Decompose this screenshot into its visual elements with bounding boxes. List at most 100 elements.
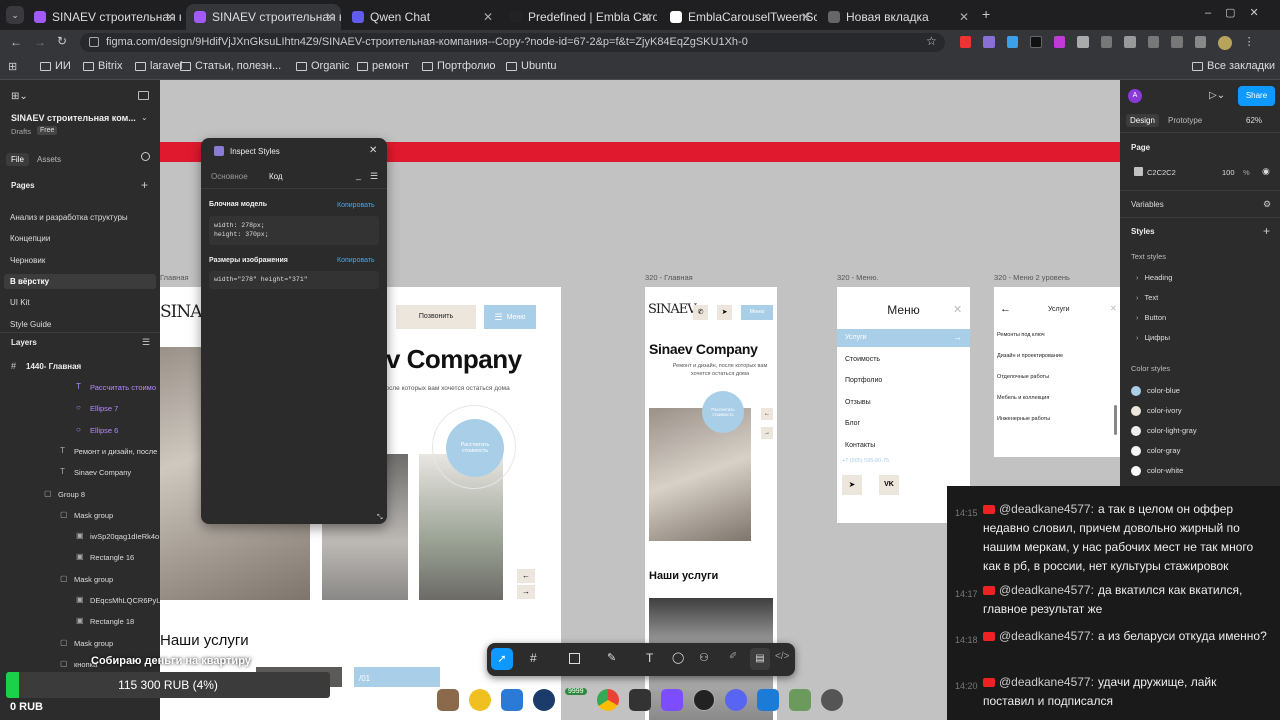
bookmark-folder[interactable]: Bitrix bbox=[83, 60, 122, 72]
chat-user[interactable]: @deadkane4577: bbox=[999, 502, 1094, 516]
tab-4[interactable]: Predefined | Embla Caro ✕ bbox=[502, 4, 657, 30]
tab-1[interactable]: SINAEV строительная к ✕ bbox=[26, 4, 181, 30]
color-style-item[interactable]: color-ivory bbox=[1131, 405, 1182, 416]
text-tool-icon[interactable]: T bbox=[646, 651, 653, 665]
present-icon[interactable]: ▷⌄ bbox=[1209, 90, 1225, 101]
inspect-close-icon[interactable]: ✕ bbox=[369, 145, 377, 156]
back-icon[interactable]: ← bbox=[10, 35, 22, 49]
bookmark-folder[interactable]: laravel bbox=[135, 60, 182, 72]
all-bookmarks[interactable]: Все закладки bbox=[1192, 60, 1275, 72]
menu-item[interactable]: Стоимость bbox=[845, 356, 880, 363]
layer-row[interactable]: ▣ Rectangle 16 bbox=[0, 552, 160, 566]
submenu-item[interactable]: Дизайн и проектирование bbox=[997, 353, 1063, 359]
mobile-menu-button[interactable]: Меню bbox=[741, 305, 773, 320]
layer-row[interactable]: ○ Ellipse 6 bbox=[0, 425, 160, 439]
tab-file[interactable]: File bbox=[6, 153, 29, 166]
vscode-icon[interactable] bbox=[757, 689, 779, 711]
mobile-arrow-right[interactable]: → bbox=[761, 427, 773, 439]
layer-row[interactable]: ▣ DEqcsMhLQCR6PyL bbox=[0, 595, 160, 609]
close-icon[interactable]: ✕ bbox=[953, 303, 962, 316]
resize-handle-icon[interactable]: ⤡ bbox=[377, 514, 383, 522]
layer-row[interactable]: ▣ Rectangle 18 bbox=[0, 616, 160, 630]
menu-item[interactable]: Услуги bbox=[845, 334, 867, 341]
extensions-row[interactable]: ⋮ bbox=[960, 36, 1255, 50]
new-tab-button[interactable]: + bbox=[982, 6, 990, 22]
arrow-left-button[interactable]: ← bbox=[517, 569, 535, 583]
submenu-item[interactable]: Отделочные работы bbox=[997, 374, 1049, 380]
layer-row[interactable]: ▣ iwSp20qag1dIeRk4o bbox=[0, 531, 160, 545]
close-tab-icon[interactable]: ✕ bbox=[483, 10, 493, 24]
sidebar-toggle-icon[interactable] bbox=[138, 91, 149, 100]
layer-row[interactable]: ▢ Mask group bbox=[0, 638, 160, 652]
chat-user[interactable]: @deadkane4577: bbox=[999, 675, 1094, 689]
address-bar[interactable]: figma.com/design/9HdifVjJXnGksuLIhtn4Z9/… bbox=[80, 33, 945, 52]
submenu-item[interactable]: Инженерные работы bbox=[997, 416, 1050, 422]
bookmark-folder[interactable]: Ubuntu bbox=[506, 60, 556, 72]
close-tab-icon[interactable]: ✕ bbox=[801, 10, 811, 24]
layers-filter-icon[interactable]: ☰ bbox=[142, 337, 150, 348]
layer-row[interactable]: T Sinaev Company bbox=[0, 467, 160, 481]
forward-icon[interactable]: → bbox=[34, 35, 46, 49]
page-color-value[interactable]: C2C2C2 bbox=[1147, 168, 1176, 177]
avatar[interactable]: A bbox=[1128, 89, 1142, 103]
arrow-right-button[interactable]: → bbox=[517, 585, 535, 599]
share-button[interactable]: Share bbox=[1238, 86, 1275, 106]
comment-tool-icon[interactable]: ◯ bbox=[672, 651, 684, 664]
tab-prototype[interactable]: Prototype bbox=[1168, 116, 1202, 125]
layer-row[interactable]: ○ Ellipse 7 bbox=[0, 403, 160, 417]
shape-tool-icon[interactable] bbox=[569, 653, 580, 664]
color-style-item[interactable]: color-light-gray bbox=[1131, 425, 1197, 436]
layer-row[interactable]: T Рассчитать стоимо bbox=[0, 382, 160, 396]
variables-settings-icon[interactable]: ⚙ bbox=[1263, 199, 1271, 210]
panel-menu-icon[interactable]: ☰ bbox=[370, 171, 378, 182]
telegram-icon[interactable]: ➤ bbox=[717, 305, 732, 320]
copy-image-link[interactable]: Копировать bbox=[337, 257, 375, 264]
design-mode-icon[interactable]: ▤ bbox=[750, 648, 770, 670]
actions-tool-icon[interactable]: ⚇ bbox=[699, 651, 709, 664]
submenu-item[interactable]: Ремонты под ключ bbox=[997, 332, 1045, 338]
close-tab-icon[interactable]: ✕ bbox=[641, 10, 651, 24]
add-style-icon[interactable]: + bbox=[1263, 224, 1270, 238]
layer-row[interactable]: T Ремонт и дизайн, после bbox=[0, 446, 160, 460]
discord-icon[interactable] bbox=[725, 689, 747, 711]
rhythmbox-icon[interactable] bbox=[469, 689, 491, 711]
bookmark-folder[interactable]: ремонт bbox=[357, 60, 409, 72]
bookmark-star-icon[interactable]: ☆ bbox=[926, 34, 937, 48]
figma-menu-icon[interactable]: ⊞⌄ bbox=[11, 91, 28, 102]
obsidian-icon[interactable] bbox=[661, 689, 683, 711]
apps-icon[interactable]: ⊞ bbox=[8, 60, 17, 73]
page-item[interactable]: Концепции bbox=[10, 234, 150, 243]
minimize-icon[interactable]: _ bbox=[356, 170, 361, 180]
tab-design[interactable]: Design bbox=[1126, 114, 1159, 127]
menu-item[interactable]: Блог bbox=[845, 420, 860, 427]
menu-item[interactable]: Контакты bbox=[845, 442, 875, 449]
telegram-social-icon[interactable]: ➤ bbox=[842, 475, 862, 495]
layer-row[interactable]: ▢ Group 8 bbox=[0, 489, 160, 503]
phone-icon[interactable]: ✆ bbox=[693, 305, 708, 320]
tab-5[interactable]: EmblaCarouselTweenSc ✕ bbox=[662, 4, 817, 30]
text-style-item[interactable]: › Button bbox=[1136, 313, 1166, 322]
bookmark-folder[interactable]: ИИ bbox=[40, 60, 71, 72]
files-icon[interactable] bbox=[437, 689, 459, 711]
bookmark-folder[interactable]: Портфолио bbox=[422, 60, 496, 72]
apps-grid-icon[interactable] bbox=[821, 689, 843, 711]
tab-code[interactable]: Код bbox=[269, 172, 283, 181]
reload-icon[interactable]: ↻ bbox=[57, 34, 67, 48]
copy-block-link[interactable]: Копировать bbox=[337, 202, 375, 209]
call-button[interactable]: Позвонить bbox=[396, 305, 476, 329]
chrome-icon[interactable] bbox=[597, 689, 619, 711]
notes-icon[interactable] bbox=[501, 689, 523, 711]
add-page-icon[interactable]: + bbox=[141, 178, 148, 192]
file-title[interactable]: SINAEV строительная ком... bbox=[11, 113, 136, 123]
page-item[interactable]: Черновик bbox=[10, 256, 150, 265]
tab-2[interactable]: SINAEV строительная к ✕ bbox=[186, 4, 341, 30]
color-style-item[interactable]: color-gray bbox=[1131, 445, 1180, 456]
menu-item[interactable]: Отзывы bbox=[845, 399, 871, 406]
frame-submenu[interactable]: ← Услуги ✕ Ремонты под ключ Дизайн и прое… bbox=[994, 287, 1120, 457]
mobile-arrow-left[interactable]: ← bbox=[761, 408, 773, 420]
page-color-swatch[interactable] bbox=[1134, 167, 1143, 176]
tab-search-button[interactable]: ⌄ bbox=[6, 6, 24, 24]
text-style-item[interactable]: › Цифры bbox=[1136, 333, 1170, 342]
page-item[interactable]: Style Guide bbox=[10, 320, 150, 329]
obs-icon[interactable] bbox=[693, 689, 715, 711]
